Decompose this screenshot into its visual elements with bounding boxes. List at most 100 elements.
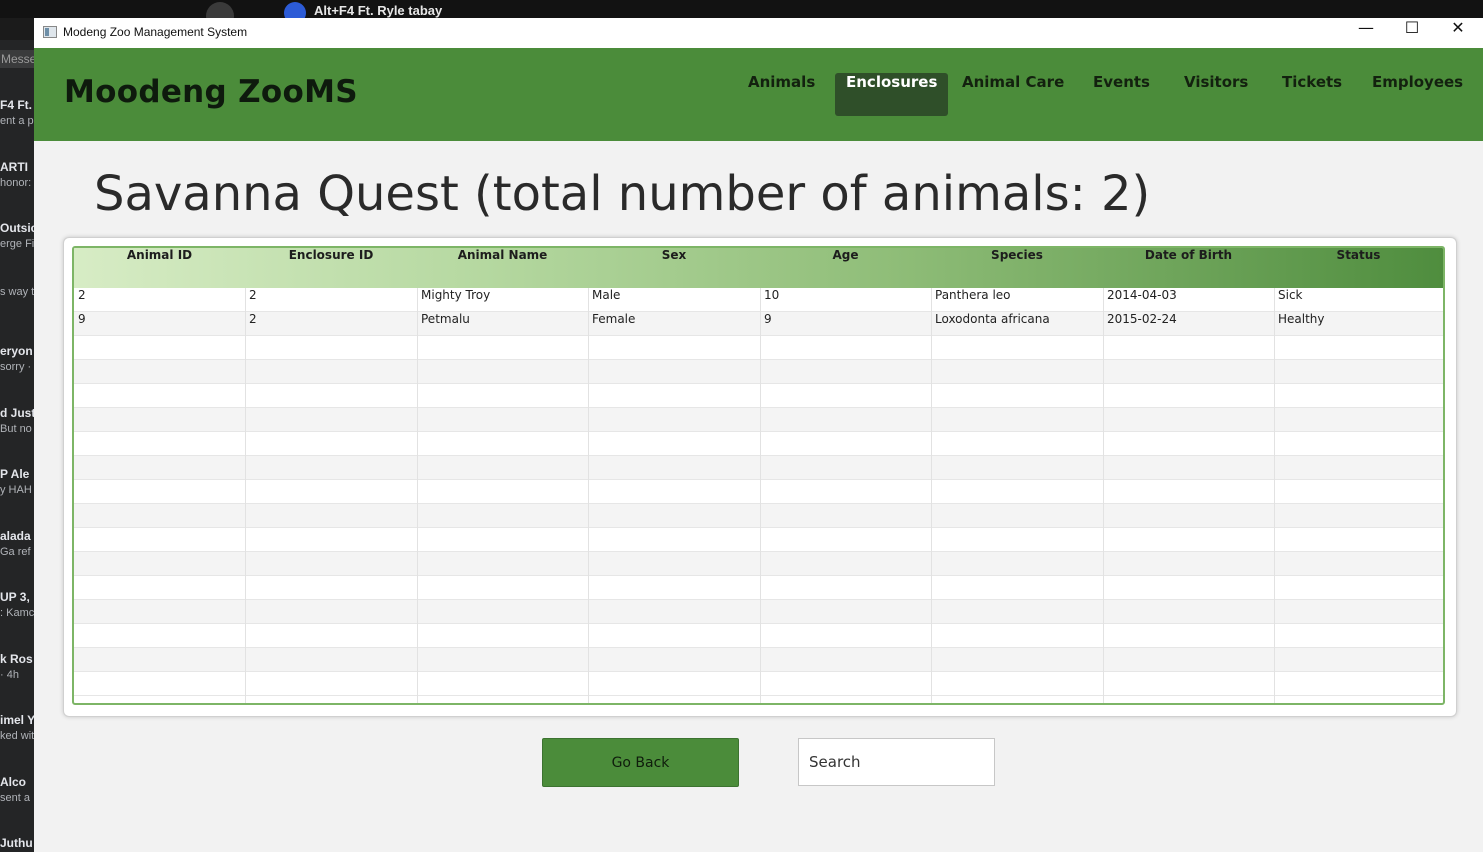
background-chat-name: d Just <box>0 405 34 420</box>
background-chat-entry: F4 Ft. ent a p <box>0 98 34 127</box>
background-chat-name: UP 3, <box>0 590 30 604</box>
table-cell: 2 <box>249 312 257 326</box>
table-cell: 2014-04-03 <box>1107 288 1177 302</box>
background-messenger-sidebar: Messe F4 Ft. ent a p ARTI honor: Outsic erge … <box>0 40 34 852</box>
nav-visitors[interactable]: Visitors <box>1173 73 1259 116</box>
background-chat-entry: k Ros · 4h <box>0 652 34 681</box>
column-header[interactable]: Species <box>931 248 1103 288</box>
brand-title: Moodeng ZooMS <box>64 74 358 110</box>
window-title: Modeng Zoo Management System <box>63 25 248 39</box>
column-header[interactable]: Date of Birth <box>1103 248 1274 288</box>
nav-animals[interactable]: Animals <box>737 73 826 116</box>
table-header: Animal ID Enclosure ID Animal Name Sex Age Sp… <box>74 248 1443 288</box>
background-chat-name: imel Y <box>0 713 34 727</box>
table-row[interactable]: 2 2 Mighty Troy Male 10 Panthera leo 2014-04-0… <box>74 288 1443 312</box>
background-chat-name: F4 Ft. <box>0 98 32 112</box>
table-cell: 9 <box>764 312 772 326</box>
background-chat-preview: · 4h <box>0 668 19 681</box>
background-chat-preview: erge Fi <box>0 238 34 250</box>
app-icon <box>43 26 57 38</box>
table-cell: 10 <box>764 288 780 302</box>
background-chat-preview: honor: <box>0 176 32 189</box>
table-cell: 2 <box>249 288 257 302</box>
column-divider <box>588 288 589 703</box>
table-cell: Sick <box>1278 288 1303 302</box>
column-header[interactable]: Animal Name <box>417 248 588 288</box>
nav-tickets[interactable]: Tickets <box>1271 73 1353 116</box>
background-chat-entry: s way t <box>0 283 34 298</box>
page-title: Savanna Quest (total number of animals: … <box>94 166 1151 222</box>
background-app-topbar: Alt+F4 Ft. Ryle tabay <box>0 0 1483 30</box>
empty-table-row <box>74 384 1443 408</box>
background-chat-preview: But no <box>0 422 32 435</box>
nav-animal-care[interactable]: Animal Care <box>951 73 1075 116</box>
go-back-button[interactable]: Go Back <box>542 738 739 787</box>
search-input[interactable] <box>798 738 995 786</box>
background-chat-entry: Outsic erge Fi <box>0 221 34 250</box>
background-chat-preview: sorry · 1 <box>0 361 34 373</box>
table-cell: Healthy <box>1278 312 1325 326</box>
background-chat-entry: d Just But no <box>0 406 34 435</box>
empty-table-row <box>74 504 1443 528</box>
background-chat-entry: Alco sent a <box>0 775 34 804</box>
nav-events[interactable]: Events <box>1082 73 1161 116</box>
empty-table-row <box>74 672 1443 696</box>
table-row[interactable]: 9 2 Petmalu Female 9 Loxodonta africana 2015-0… <box>74 312 1443 336</box>
empty-table-row <box>74 336 1443 360</box>
empty-table-row <box>74 432 1443 456</box>
maximize-button[interactable]: ☐ <box>1389 18 1435 48</box>
background-chat-entry: Juthu <box>0 836 34 852</box>
background-chat-name: alada I <box>0 528 34 543</box>
background-chat-preview: Ga ref <box>0 545 31 558</box>
background-chat-entry: UP 3, : Kamc <box>0 590 34 619</box>
column-header[interactable]: Status <box>1274 248 1443 288</box>
background-chat-entry: ARTI honor: <box>0 160 34 189</box>
window-titlebar: Modeng Zoo Management System — ☐ ✕ <box>34 18 1483 48</box>
empty-table-row <box>74 408 1443 432</box>
background-chat-name: eryon <box>0 344 33 358</box>
background-chat-name: P Ale <box>0 467 30 481</box>
empty-table-row <box>74 648 1443 672</box>
nav-enclosures[interactable]: Enclosures <box>835 73 949 116</box>
background-chat-preview: ked wit <box>0 730 34 742</box>
background-chat-preview: : Kamc <box>0 607 34 619</box>
column-header[interactable]: Enclosure ID <box>245 248 417 288</box>
nav-employees[interactable]: Employees <box>1361 73 1474 116</box>
table-cell: 2 <box>78 288 86 302</box>
empty-table-row <box>74 480 1443 504</box>
empty-table-row <box>74 528 1443 552</box>
animals-table[interactable]: Animal ID Enclosure ID Animal Name Sex Age Sp… <box>72 246 1445 705</box>
empty-table-row <box>74 360 1443 384</box>
table-cell: Mighty Troy <box>421 288 491 302</box>
background-chat-title: Alt+F4 Ft. Ryle tabay <box>314 3 443 18</box>
background-chat-name: Juthu <box>0 836 33 850</box>
background-chat-preview: ent a p <box>0 115 34 127</box>
empty-table-row <box>74 552 1443 576</box>
column-divider <box>1103 288 1104 703</box>
table-cell: 2015-02-24 <box>1107 312 1177 326</box>
background-chat-entry: P Ale y HAH <box>0 467 34 496</box>
column-header[interactable]: Animal ID <box>74 248 245 288</box>
background-chat-entry: imel Y ked wit <box>0 713 34 742</box>
column-header[interactable]: Age <box>760 248 931 288</box>
background-chat-preview: sent a <box>0 791 30 804</box>
column-divider <box>245 288 246 703</box>
close-button[interactable]: ✕ <box>1435 18 1481 48</box>
table-cell: 9 <box>78 312 86 326</box>
messenger-search: Messe <box>0 50 34 68</box>
background-chat-entry: alada I Ga ref <box>0 529 34 558</box>
empty-table-row <box>74 624 1443 648</box>
minimize-button[interactable]: — <box>1343 18 1389 48</box>
background-chat-name: Outsic <box>0 221 34 235</box>
column-header[interactable]: Sex <box>588 248 760 288</box>
background-chat-name: Alco <box>0 774 27 789</box>
background-chat-entry: eryon sorry · 1 <box>0 344 34 373</box>
background-chat-preview: s way t <box>0 285 34 298</box>
app-header: Moodeng ZooMS Animals Enclosures Animal … <box>34 48 1483 141</box>
column-divider <box>760 288 761 703</box>
table-cell: Loxodonta africana <box>935 312 1050 326</box>
column-divider <box>931 288 932 703</box>
empty-table-row <box>74 456 1443 480</box>
column-divider <box>1274 288 1275 703</box>
background-chat-preview: y HAH <box>0 484 32 496</box>
